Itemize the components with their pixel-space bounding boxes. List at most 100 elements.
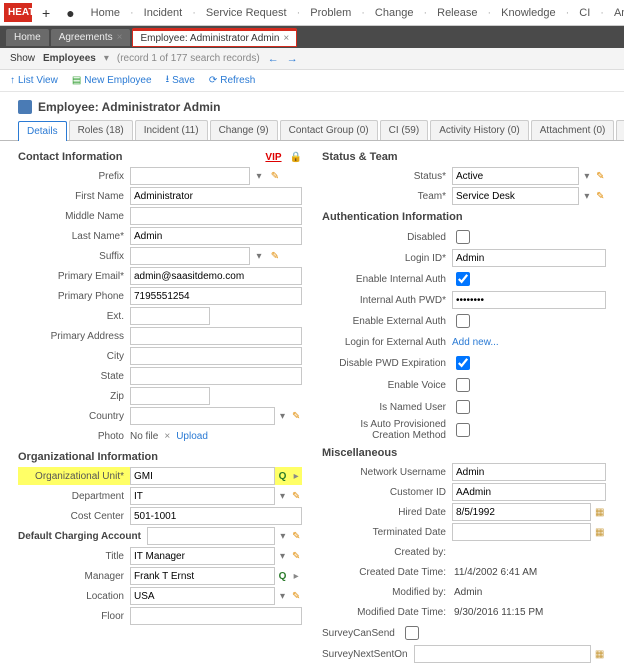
search-icon[interactable]: Q: [277, 567, 289, 585]
tab-team[interactable]: Team (2): [616, 120, 624, 140]
new-icon[interactable]: +: [36, 1, 56, 25]
zip-field[interactable]: [130, 387, 210, 405]
dropdown-icon[interactable]: ▾: [277, 587, 289, 605]
terminated-date-field[interactable]: [452, 523, 591, 541]
state-field[interactable]: [130, 367, 302, 385]
department-field[interactable]: [130, 487, 275, 505]
save-button[interactable]: ⭳Save: [166, 72, 195, 89]
dropdown-icon[interactable]: ▾: [252, 167, 266, 185]
tab-activity[interactable]: Activity History (0): [430, 120, 529, 140]
ws-tab-employee[interactable]: Employee: Administrator Admin×: [132, 28, 297, 47]
edit-icon[interactable]: ✎: [291, 527, 302, 545]
status-field[interactable]: [452, 167, 579, 185]
dropdown-icon[interactable]: ▾: [277, 407, 289, 425]
enable-external-checkbox[interactable]: [456, 314, 470, 328]
edit-icon[interactable]: ✎: [290, 407, 302, 425]
close-icon[interactable]: ×: [283, 33, 289, 44]
menu-knowledge[interactable]: Knowledge: [495, 3, 561, 23]
disabled-checkbox[interactable]: [456, 230, 470, 244]
tab-incident[interactable]: Incident (11): [135, 120, 208, 140]
goto-icon[interactable]: ▸: [290, 567, 302, 585]
dropdown-icon[interactable]: ▾: [277, 487, 289, 505]
search-icon[interactable]: Q: [277, 467, 289, 485]
dropdown-icon[interactable]: ▾: [277, 527, 288, 545]
menu-analytic[interactable]: Analytic Metrics: [608, 3, 624, 23]
is-named-checkbox[interactable]: [456, 400, 470, 414]
upload-link[interactable]: Upload: [176, 431, 208, 442]
internal-pwd-field[interactable]: [452, 291, 606, 309]
calendar-icon[interactable]: ▦: [593, 503, 606, 521]
survey-next-field[interactable]: [414, 645, 592, 663]
tab-contact-group[interactable]: Contact Group (0): [280, 120, 378, 140]
edit-icon[interactable]: ✎: [268, 167, 282, 185]
edit-icon[interactable]: ✎: [290, 587, 302, 605]
auto-prov-checkbox[interactable]: [456, 423, 470, 437]
floor-field[interactable]: [130, 607, 302, 625]
calendar-icon[interactable]: ▦: [593, 645, 606, 663]
survey-can-checkbox[interactable]: [405, 626, 419, 640]
dropdown-icon[interactable]: ▾: [277, 547, 289, 565]
middle-name-field[interactable]: [130, 207, 302, 225]
hired-date-field[interactable]: [452, 503, 591, 521]
disable-pwd-exp-checkbox[interactable]: [456, 356, 470, 370]
org-unit-field[interactable]: [130, 467, 275, 485]
country-field[interactable]: [130, 407, 275, 425]
team-field[interactable]: [452, 187, 579, 205]
prefix-field[interactable]: [130, 167, 250, 185]
tab-ci[interactable]: CI (59): [380, 120, 429, 140]
edit-icon[interactable]: ✎: [595, 167, 606, 185]
chat-icon[interactable]: ●: [60, 1, 80, 25]
menu-home[interactable]: Home: [85, 3, 126, 23]
close-icon[interactable]: ×: [117, 32, 123, 43]
menu-problem[interactable]: Problem: [304, 3, 357, 23]
tab-roles[interactable]: Roles (18): [69, 120, 133, 140]
remove-icon[interactable]: ×: [164, 431, 170, 442]
first-name-field[interactable]: [130, 187, 302, 205]
menu-ci[interactable]: CI: [573, 3, 596, 23]
net-user-field[interactable]: [452, 463, 606, 481]
primary-address-field[interactable]: [130, 327, 302, 345]
prev-record-icon[interactable]: ←: [268, 53, 279, 65]
primary-email-field[interactable]: [130, 267, 302, 285]
edit-icon[interactable]: ✎: [595, 187, 606, 205]
add-new-link[interactable]: Add new...: [452, 337, 499, 348]
dropdown-icon[interactable]: ▾: [581, 187, 592, 205]
dropdown-icon[interactable]: ▾: [581, 167, 592, 185]
login-id-field[interactable]: [452, 249, 606, 267]
edit-icon[interactable]: ✎: [268, 247, 282, 265]
object-name[interactable]: Employees: [43, 53, 96, 64]
city-field[interactable]: [130, 347, 302, 365]
location-field[interactable]: [130, 587, 275, 605]
section-org-info: Organizational Information: [18, 447, 302, 465]
ws-tab-home[interactable]: Home: [6, 29, 49, 46]
primary-phone-field[interactable]: [130, 287, 302, 305]
ext-field[interactable]: [130, 307, 210, 325]
dropdown-icon[interactable]: ▾: [252, 247, 266, 265]
tab-attachment[interactable]: Attachment (0): [531, 120, 615, 140]
list-view-button[interactable]: ↑List View: [10, 75, 58, 86]
goto-icon[interactable]: ▸: [290, 467, 302, 485]
enable-voice-checkbox[interactable]: [456, 378, 470, 392]
title-field[interactable]: [130, 547, 275, 565]
last-name-field[interactable]: [130, 227, 302, 245]
default-charging-field[interactable]: [147, 527, 275, 545]
ws-tab-agreements[interactable]: Agreements×: [51, 29, 131, 46]
tab-details[interactable]: Details: [18, 121, 67, 141]
menu-release[interactable]: Release: [431, 3, 483, 23]
calendar-icon[interactable]: ▦: [593, 523, 606, 541]
menu-change[interactable]: Change: [369, 3, 420, 23]
dropdown-icon[interactable]: ▾: [104, 53, 109, 64]
menu-service-request[interactable]: Service Request: [200, 3, 293, 23]
cost-center-field[interactable]: [130, 507, 302, 525]
new-employee-button[interactable]: ▤New Employee: [72, 75, 152, 86]
next-record-icon[interactable]: →: [287, 53, 298, 65]
customer-id-field[interactable]: [452, 483, 606, 501]
manager-field[interactable]: [130, 567, 275, 585]
edit-icon[interactable]: ✎: [290, 487, 302, 505]
tab-change[interactable]: Change (9): [210, 120, 278, 140]
edit-icon[interactable]: ✎: [290, 547, 302, 565]
enable-internal-checkbox[interactable]: [456, 272, 470, 286]
menu-incident[interactable]: Incident: [138, 3, 189, 23]
suffix-field[interactable]: [130, 247, 250, 265]
refresh-button[interactable]: ⟳Refresh: [209, 75, 255, 86]
